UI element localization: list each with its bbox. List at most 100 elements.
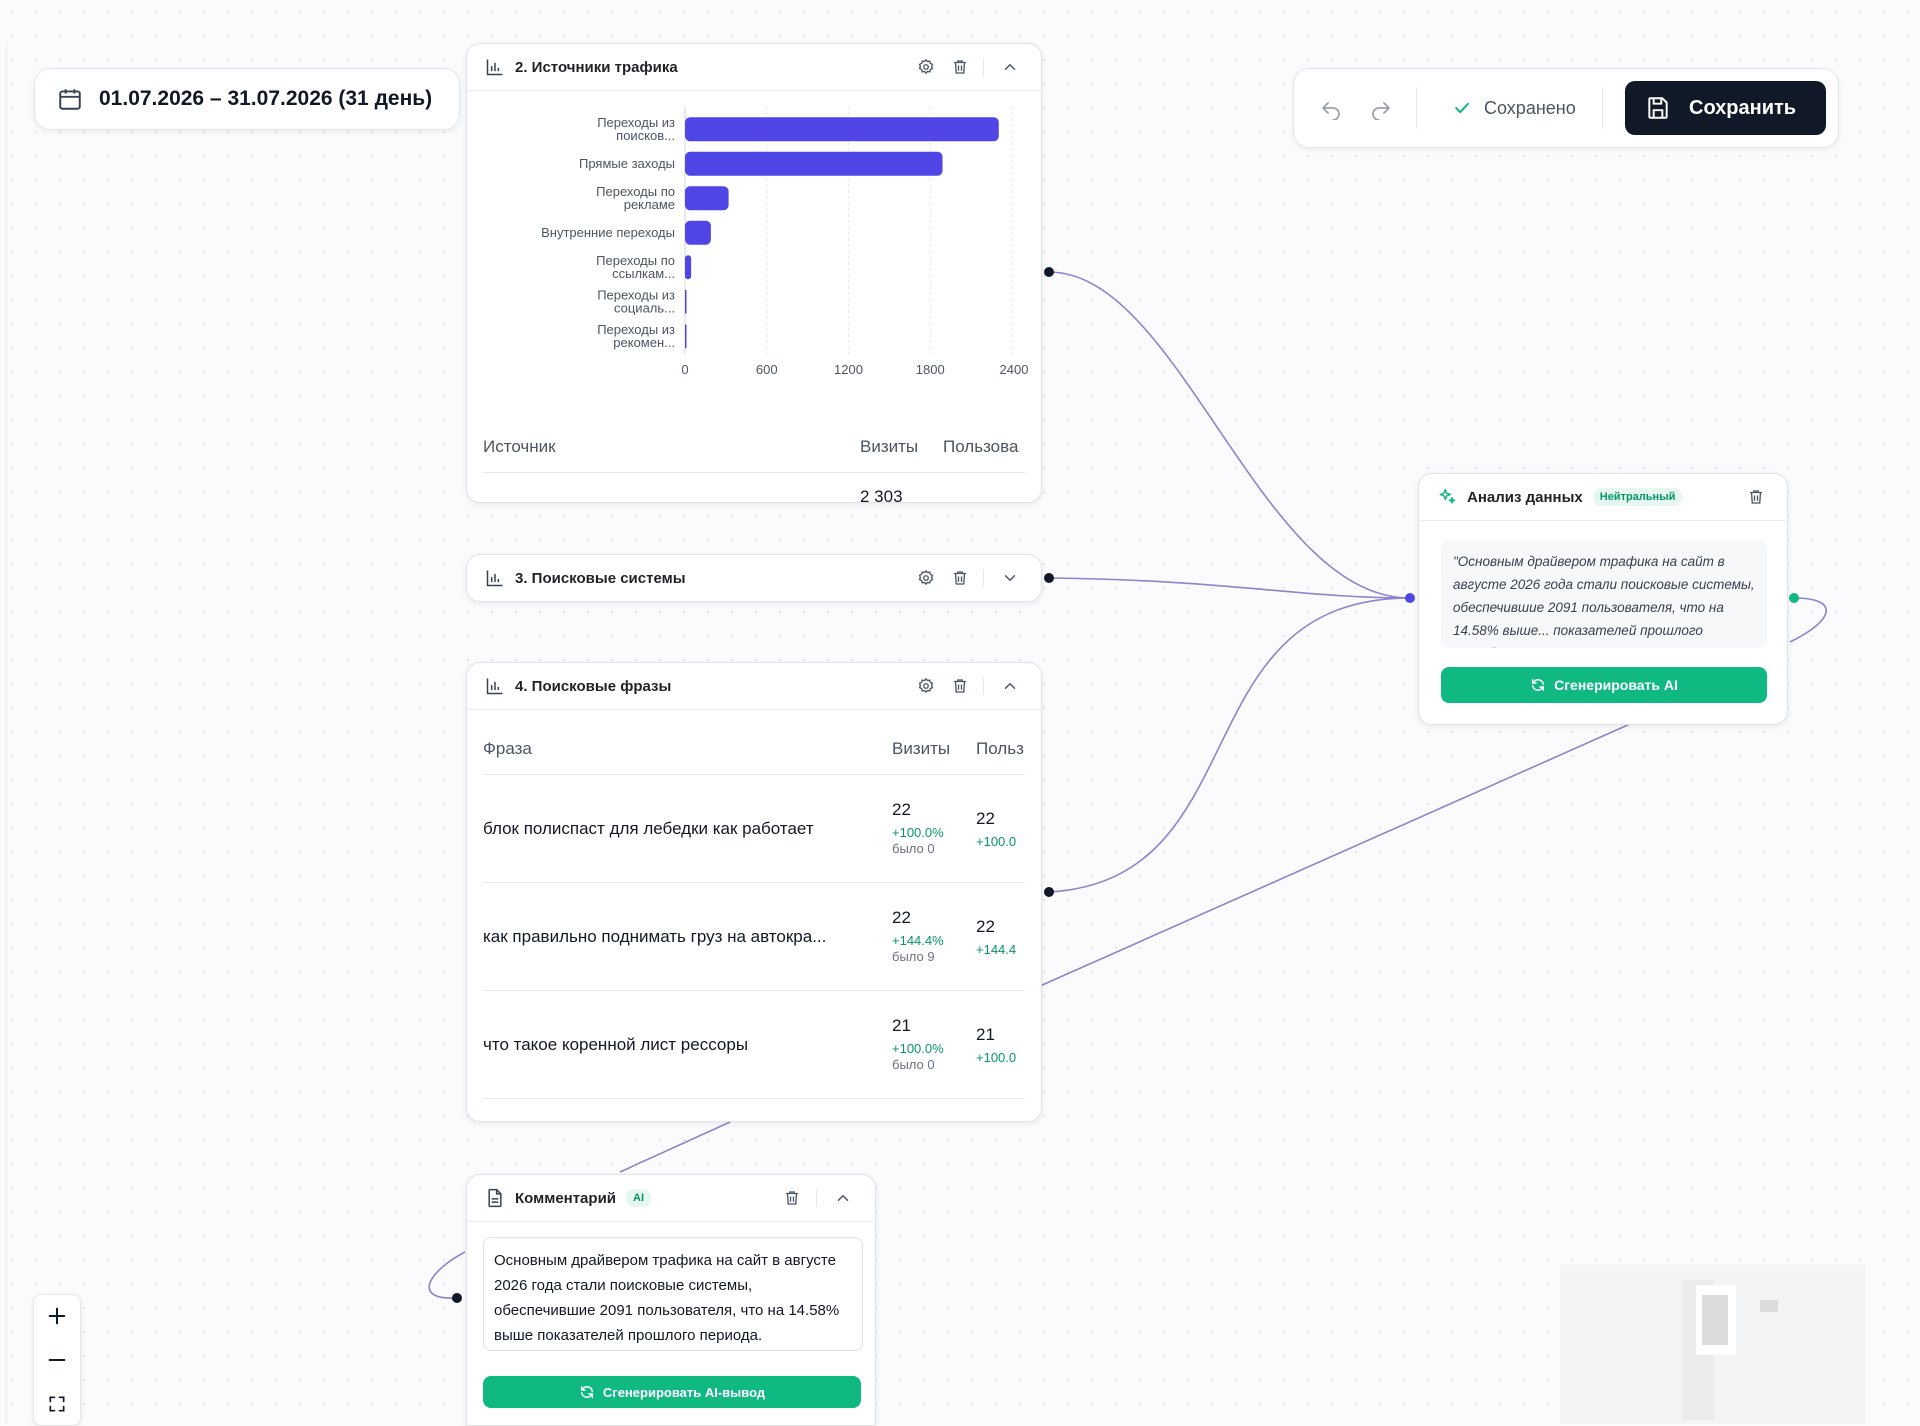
phrase-cell: блок полиспаст для лебедки как работает [483, 819, 814, 838]
table-divider [483, 774, 1025, 775]
zoom-in-button[interactable] [34, 1295, 80, 1337]
edge-engines-to-analysis [1048, 577, 1411, 599]
collapse-button[interactable] [833, 1188, 853, 1208]
redo-button[interactable] [1364, 91, 1398, 125]
saved-status-label: Сохранено [1484, 97, 1576, 118]
chart-plot: 0 600 1200 1800 2400 Переходы из поисков... Пря… [541, 106, 1028, 377]
users-change: +100.0 [976, 1050, 1017, 1065]
output-handle[interactable] [1044, 267, 1054, 277]
bar-chart-icon [486, 570, 503, 587]
edge-analysis-to-phrases [1039, 723, 1631, 987]
minimap-node [1702, 1295, 1728, 1345]
row-divider [483, 1098, 1025, 1099]
traffic-sources-card[interactable]: 2. Источники трафика 0 600 1200 1800 2400 Пер… [466, 43, 1042, 503]
visits-value: 22 [892, 800, 911, 819]
delete-button[interactable] [950, 568, 970, 588]
chart-bar[interactable] [685, 220, 711, 245]
comment-text: Основным драйвером трафика на сайт в авг… [494, 1252, 840, 1344]
canvas-edge [6, 42, 7, 1424]
chart-bar[interactable] [685, 255, 692, 280]
undo-button[interactable] [1314, 91, 1348, 125]
visits-previous: было 0 [892, 1057, 935, 1072]
trash-icon [786, 1191, 798, 1205]
card-header: Анализ данных Нейтральный [1419, 474, 1787, 521]
delete-button[interactable] [950, 676, 970, 696]
column-header-visits: Визиты [892, 739, 951, 758]
y-category-label: Переходы из социаль... [597, 287, 675, 315]
analysis-quote-text: "Основным драйвером трафика на сайт в ав… [1453, 554, 1755, 648]
saved-status: Сохранено [1452, 93, 1576, 123]
chart-bar[interactable] [685, 186, 729, 211]
y-category-label: Переходы по рекламе [596, 184, 675, 212]
card-title: Анализ данных [1467, 488, 1583, 506]
visits-change: +100.0% [892, 825, 944, 840]
collapse-button[interactable] [1000, 676, 1020, 696]
x-tick-label: 1200 [834, 362, 863, 377]
minimap-node [1760, 1300, 1778, 1312]
generate-ai-label: Сгенерировать AI [1554, 677, 1678, 693]
y-category-label: Переходы по ссылкам... [596, 253, 675, 281]
column-header-visits: Визиты [860, 437, 919, 456]
date-range-pill[interactable]: 01.07.2026 – 31.07.2026 (31 день) [34, 68, 460, 130]
visits-value: 21 [892, 1016, 911, 1035]
chart-bar[interactable] [685, 324, 687, 349]
minimap[interactable] [1560, 1265, 1865, 1424]
y-category-label: Прямые заходы [579, 156, 675, 171]
fit-view-button[interactable] [34, 1383, 80, 1425]
settings-button[interactable] [916, 676, 936, 696]
plus-icon [48, 1307, 66, 1325]
chart-bar[interactable] [685, 117, 999, 142]
column-header-users: Польз [976, 739, 1024, 758]
date-range-label: 01.07.2026 – 31.07.2026 (31 день) [99, 87, 433, 110]
phrase-cell: что такое коренной лист рессоры [483, 1035, 749, 1054]
ai-badge: AI [626, 1189, 652, 1207]
visits-previous: было 9 [892, 949, 935, 964]
comment-textarea[interactable]: Основным драйвером трафика на сайт в авг… [483, 1237, 863, 1351]
users-change: +100.0 [976, 834, 1017, 849]
refresh-icon [580, 1385, 593, 1399]
input-handle[interactable] [452, 1293, 462, 1303]
edge-traffic-to-analysis [1048, 271, 1411, 599]
output-handle[interactable] [1044, 573, 1054, 583]
y-category-label: Переходы из рекомен... [597, 322, 675, 350]
toolbar-divider [1416, 87, 1417, 129]
chart-bar[interactable] [685, 151, 943, 176]
redo-icon [1372, 102, 1391, 120]
chevron-up-icon [837, 1194, 849, 1201]
phrase-cell: как правильно поднимать груз на автокра.… [483, 927, 827, 946]
generate-ai-button[interactable]: Сгенерировать AI [1441, 667, 1767, 703]
toolbar-divider [1602, 87, 1603, 129]
trash-icon [1750, 490, 1762, 504]
comment-card[interactable]: Комментарий AI Основным драйвером трафик… [466, 1174, 876, 1426]
row-divider [483, 990, 1025, 991]
delete-button[interactable] [782, 1188, 802, 1208]
save-button-label: Сохранить [1689, 96, 1797, 119]
users-value: 22 [976, 809, 995, 828]
output-handle[interactable] [1789, 593, 1799, 603]
save-button[interactable]: Сохранить [1625, 81, 1826, 135]
zoom-out-button[interactable] [34, 1339, 80, 1381]
chart-bar[interactable] [685, 289, 687, 314]
fit-view-icon [49, 1396, 65, 1412]
card-title: Комментарий [515, 1189, 617, 1207]
settings-button[interactable] [916, 568, 936, 588]
calendar-icon [59, 89, 81, 110]
output-handle[interactable] [1044, 887, 1054, 897]
expand-button[interactable] [1000, 568, 1020, 588]
analysis-card[interactable]: Анализ данных Нейтральный "Основным драй… [1418, 473, 1788, 725]
delete-button[interactable] [1746, 487, 1766, 507]
sentiment-badge: Нейтральный [1592, 488, 1683, 506]
visits-value: 22 [892, 908, 911, 927]
search-engines-card[interactable]: 3. Поисковые системы [466, 554, 1042, 602]
trash-icon [954, 679, 966, 693]
bar-chart-icon [486, 678, 503, 695]
sparkles-icon [1439, 488, 1456, 504]
header-divider [983, 677, 984, 695]
users-change: +144.4 [976, 942, 1017, 957]
edge-analysis-out [1789, 597, 1827, 643]
chevron-down-icon [1004, 575, 1016, 582]
input-handle[interactable] [1405, 593, 1415, 603]
generate-ai-conclusion-button[interactable]: Сгенерировать AI-вывод [483, 1376, 861, 1408]
search-phrases-card[interactable]: 4. Поисковые фразы Фраза Визиты Польз бл… [466, 662, 1042, 1122]
column-header-phrase: Фраза [483, 739, 532, 758]
